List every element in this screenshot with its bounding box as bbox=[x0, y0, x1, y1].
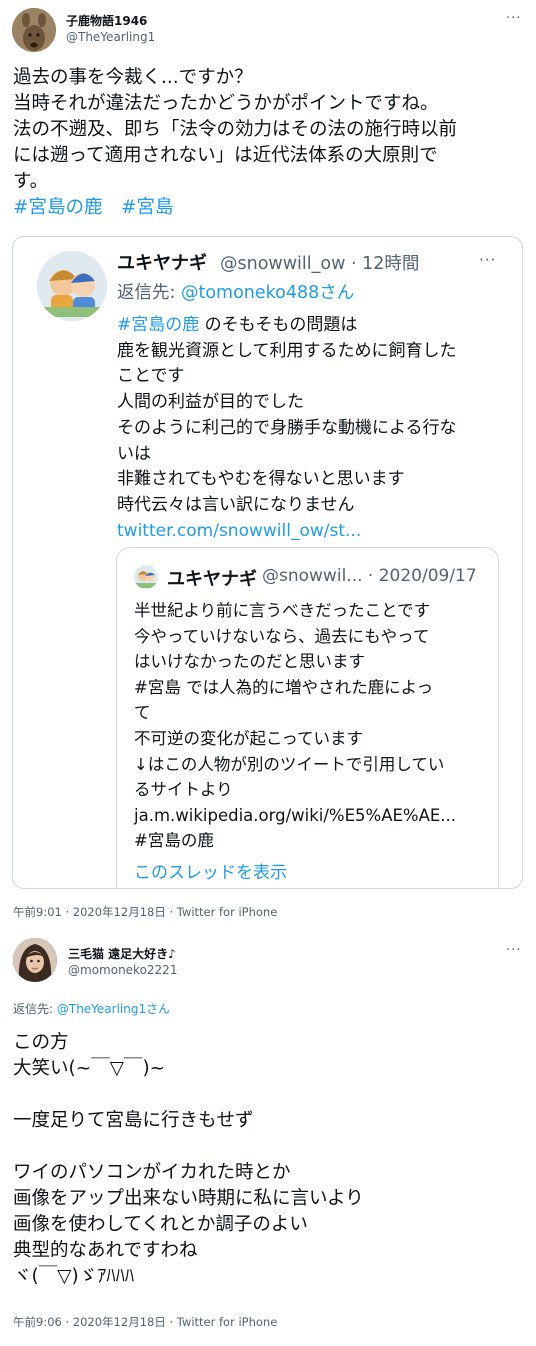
tweet-text-line: す。 bbox=[13, 171, 49, 192]
source-label[interactable]: Twitter for iPhone bbox=[177, 1315, 278, 1329]
quote-link: twitter.com/snowwill_ow/st... bbox=[117, 520, 362, 541]
tweet-metadata: 午前9:01 · 2020年12月18日 · Twitter for iPhon… bbox=[13, 905, 278, 919]
reply-text-line: 一度足りて宮島に行きもせず bbox=[13, 1110, 254, 1131]
timestamp[interactable]: 午前9:01 · 2020年12月18日 bbox=[13, 905, 166, 919]
quote-text-line: 鹿を観光資源として利用するために飼育した bbox=[117, 340, 457, 361]
nested-quote-author-name: ユキヤナギ bbox=[167, 569, 257, 590]
hashtag-link[interactable]: #宮島の鹿 bbox=[13, 197, 103, 218]
quote-text-line: いは bbox=[117, 443, 151, 464]
quote-text: #宮島の鹿 のそもそもの問題は 鹿を観光資源として利用するために飼育した ことで… bbox=[117, 313, 457, 544]
more-options-icon[interactable]: ··· bbox=[506, 11, 521, 26]
quote-text-line: そのように利己的で身勝手な動機による行な bbox=[117, 417, 457, 438]
nested-text-line: るサイトより bbox=[134, 780, 233, 800]
quote-reply-to: 返信先: @tomoneko488さん bbox=[117, 279, 354, 304]
reply-to-handle: @tomoneko488さん bbox=[180, 283, 355, 303]
reply-prefix: 返信先: bbox=[13, 1002, 57, 1016]
nested-text-line: ↓はこの人物が別のツイートで引用してい bbox=[134, 754, 445, 774]
quoted-tweet-image[interactable]: ユキヤナギ @snowwill_ow · 12時間 ··· 返信先: @tomo… bbox=[12, 236, 523, 889]
reply-text-line: 典型的なあれですわね bbox=[13, 1240, 198, 1261]
quote-text-line: 人間の利益が目的でした bbox=[117, 392, 304, 413]
tweet-text-line: には遡って適用されない」は近代法体系の大原則で bbox=[13, 145, 438, 166]
reply-text-line: この方 bbox=[13, 1032, 69, 1053]
nested-text-line: ja.m.wikipedia.org/wiki/%E5%AE%AE... bbox=[134, 805, 457, 825]
source-label[interactable]: Twitter for iPhone bbox=[177, 905, 278, 919]
more-options-icon[interactable]: ··· bbox=[506, 943, 521, 958]
nested-text-line: #宮島の鹿 bbox=[134, 831, 214, 851]
reply-prefix: 返信先: bbox=[117, 283, 181, 303]
author-handle[interactable]: @TheYearling1 bbox=[66, 30, 155, 44]
hashtag-link[interactable]: #宮島 bbox=[121, 197, 174, 218]
nested-text-line: 半世紀より前に言うべきだったことです bbox=[134, 601, 431, 620]
show-thread-link: このスレッドを表示 bbox=[134, 863, 287, 883]
author-name[interactable]: 子鹿物語1946 bbox=[66, 12, 147, 29]
reply-to-handle[interactable]: @TheYearling1さん bbox=[57, 1002, 170, 1016]
quote-author-handle: @snowwill_ow · 12時間 bbox=[220, 254, 420, 274]
tweet-main: 子鹿物語1946 @TheYearling1 ··· 過去の事を今裁く...です… bbox=[0, 0, 536, 930]
quote-avatar bbox=[37, 251, 107, 321]
author-name[interactable]: 三毛猫 遠足大好き♪ bbox=[68, 945, 176, 962]
reply-text-line: ヾ(￣▽)ゞｱﾊﾊﾊ bbox=[13, 1266, 135, 1287]
author-handle[interactable]: @momoneko2221 bbox=[68, 963, 177, 977]
tweet-text-line: 過去の事を今裁く...ですか？ bbox=[13, 67, 253, 88]
timestamp[interactable]: 午前9:06 · 2020年12月18日 bbox=[13, 1315, 166, 1329]
avatar[interactable] bbox=[13, 938, 57, 982]
nested-quote-avatar bbox=[134, 565, 158, 589]
reply-text-line: 画像をアップ出来ない時期に私に言いより bbox=[13, 1188, 364, 1209]
reply-to: 返信先: @TheYearling1さん bbox=[13, 1000, 170, 1017]
tweet-text: 過去の事を今裁く...ですか？ 当時それが違法だったかどうかがポイントですね。 … bbox=[13, 65, 457, 221]
nested-quote-text: 半世紀より前に言うべきだったことです 今やっていけないなら、過去にもやって はい… bbox=[134, 598, 456, 854]
quote-text-line: 非難されてもやむを得ないと思います bbox=[117, 469, 405, 490]
quote-author-name: ユキヤナギ bbox=[117, 253, 207, 274]
nested-quote-author-handle: @snowwil... · 2020/09/17 bbox=[262, 566, 477, 586]
reply-metadata: 午前9:06 · 2020年12月18日 · Twitter for iPhon… bbox=[13, 1315, 278, 1329]
quote-text-line: のそもそもの問題は bbox=[199, 315, 358, 335]
nested-text-line: はいけなかったのだと思います bbox=[134, 652, 365, 672]
nested-text-line: て bbox=[134, 703, 151, 723]
reply-text: この方 大笑い(~￣▽￣)~ 一度足りて宮島に行きもせず ワイのパソコンがイカれ… bbox=[13, 1030, 364, 1290]
quote-text-line: ことです bbox=[117, 366, 185, 387]
reply-text-line: 大笑い(~￣▽￣)~ bbox=[13, 1058, 166, 1079]
quote-hashtag: #宮島の鹿 bbox=[117, 315, 200, 335]
tweet-text-line: 当時それが違法だったかどうかがポイントですね。 bbox=[13, 93, 439, 114]
nested-text-line: #宮島 では人為的に増やされた鹿によっ bbox=[134, 677, 434, 697]
nested-text-line: 今やっていけないなら、過去にもやって bbox=[134, 626, 430, 646]
nested-text-line: 不可逆の変化が起こっています bbox=[134, 728, 364, 748]
avatar[interactable] bbox=[12, 8, 56, 52]
reply-text-line: ワイのパソコンがイカれた時とか bbox=[13, 1162, 291, 1183]
quote-more-icon: ··· bbox=[479, 251, 497, 269]
nested-quote-card: ユキヤナギ @snowwil... · 2020/09/17 半世紀より前に言う… bbox=[116, 547, 499, 888]
quote-text-line: 時代云々は言い訳になりません bbox=[117, 494, 355, 515]
tweet-text-line: 法の不遡及、即ち「法令の効力はその法の施行時以前 bbox=[13, 119, 458, 140]
reply-text-line: 画像を使わしてくれとか調子のよい bbox=[13, 1214, 308, 1235]
